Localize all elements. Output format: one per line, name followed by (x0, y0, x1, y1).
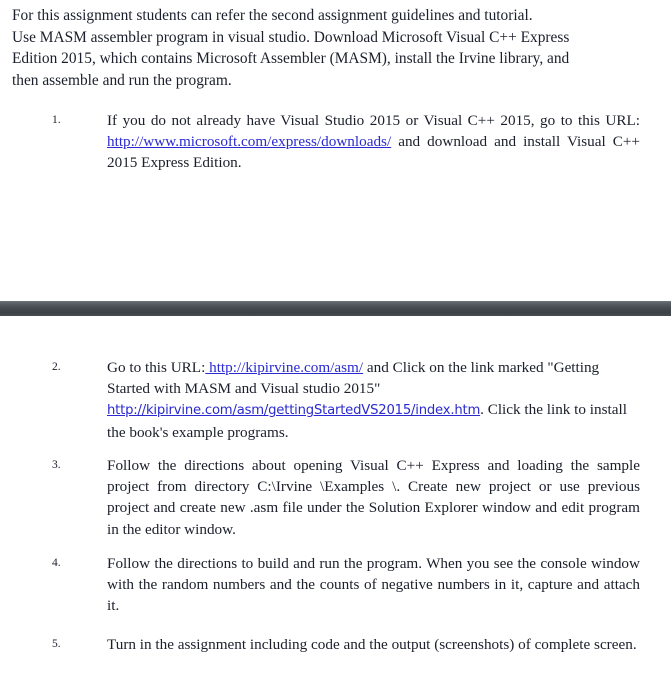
intro-line-3: Edition 2015, which contains Microsoft A… (12, 50, 570, 67)
kipirvine-asm-link[interactable]: http://kipirvine.com/asm/ (205, 359, 363, 376)
intro-line-2: Use MASM assembler program in visual stu… (12, 28, 570, 46)
item-2-text-before: Go to this URL: (107, 359, 206, 376)
list-marker-1: 1. (52, 114, 61, 126)
intro-line-4: then assemble and run the program. (12, 71, 232, 89)
document-page: For this assignment students can refer t… (0, 0, 671, 694)
list-marker-3: 3. (52, 459, 61, 471)
intro-paragraph: For this assignment students can refer t… (12, 5, 644, 91)
list-marker-2: 2. (52, 361, 61, 373)
list-item-2-body: Go to this URL: http://kipirvine.com/asm… (107, 357, 640, 443)
list-item-3-body: Follow the directions about opening Visu… (107, 457, 640, 538)
item-1-text-before: If you do not already have Visual Studio… (107, 112, 640, 129)
list-marker-4: 4. (52, 557, 61, 569)
page-break-band (0, 301, 671, 316)
kipirvine-getting-started-link[interactable]: http://kipirvine.com/asm/gettingStartedV… (107, 403, 480, 418)
list-item-5-body: Turn in the assignment including code an… (107, 636, 637, 653)
list-item-4-body: Follow the directions to build and run t… (107, 555, 640, 615)
list-marker-5: 5. (52, 638, 61, 650)
list-item-1-body: If you do not already have Visual Studio… (107, 110, 640, 174)
microsoft-express-download-link[interactable]: http://www.microsoft.com/express/downloa… (107, 133, 391, 150)
intro-line-1: For this assignment students can refer t… (12, 7, 533, 24)
